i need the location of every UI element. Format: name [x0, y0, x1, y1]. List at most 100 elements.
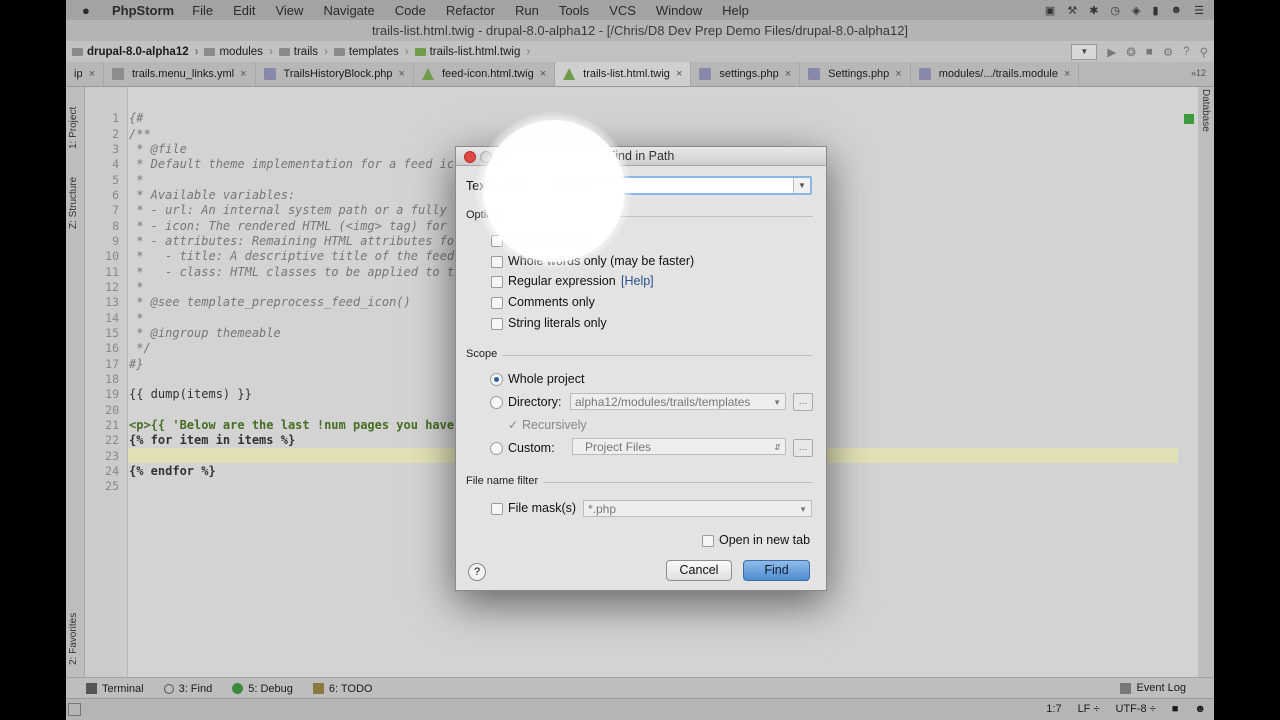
bluetooth-icon[interactable]: ✱: [1089, 4, 1098, 17]
cancel-button[interactable]: Cancel: [666, 560, 732, 581]
lock-icon[interactable]: ■: [1172, 703, 1179, 715]
zoom-window-button[interactable]: [496, 151, 508, 163]
close-icon[interactable]: ×: [240, 68, 246, 80]
database-toolwindow[interactable]: Database: [1200, 89, 1211, 132]
tab-trails-menu-links[interactable]: trails.menu_links.yml ×: [104, 62, 256, 86]
tab-settings-lower[interactable]: settings.php ×: [691, 62, 801, 86]
history-dropdown-icon[interactable]: ▼: [793, 178, 810, 193]
battery-icon[interactable]: ▮: [1152, 4, 1158, 17]
file-mask-checkbox[interactable]: [491, 503, 503, 515]
case-sensitive-checkbox[interactable]: [491, 235, 503, 247]
run-icon[interactable]: ▶: [1107, 45, 1116, 59]
project-toolwindow[interactable]: 1: Project: [68, 107, 79, 149]
debug-icon[interactable]: ❂: [1126, 45, 1136, 59]
search-icon[interactable]: ⚲: [1200, 45, 1208, 59]
close-icon[interactable]: ×: [1064, 68, 1070, 80]
recursively-check-icon[interactable]: ✓: [508, 418, 518, 432]
tab-trails-list[interactable]: trails-list.html.twig ×: [555, 62, 692, 86]
menu-help[interactable]: Help: [722, 3, 749, 18]
directory-radio[interactable]: [490, 396, 503, 409]
favorites-toolwindow[interactable]: 2: Favorites: [68, 613, 79, 665]
app-name[interactable]: PhpStorm: [112, 3, 174, 18]
custom-scope-select[interactable]: Project Files ⇵: [572, 438, 786, 455]
menu-window[interactable]: Window: [656, 3, 702, 18]
help-icon[interactable]: ?: [1183, 46, 1189, 58]
tab-feed-icon[interactable]: feed-icon.html.twig ×: [414, 62, 556, 86]
text-to-find-input[interactable]: {% for ▼: [546, 176, 812, 195]
case-sensitive-label[interactable]: Case sensitive: [508, 233, 589, 247]
whole-project-label[interactable]: Whole project: [508, 372, 584, 386]
terminal-tool[interactable]: Terminal: [86, 683, 144, 695]
menu-refactor[interactable]: Refactor: [446, 3, 495, 18]
whole-project-radio[interactable]: [490, 373, 503, 386]
open-in-new-tab-label[interactable]: Open in new tab: [719, 533, 810, 547]
menu-edit[interactable]: Edit: [233, 3, 255, 18]
regular-expression-label[interactable]: Regular expression: [508, 274, 616, 288]
breadcrumb-templates[interactable]: templates ›: [328, 46, 409, 58]
structure-toolwindow[interactable]: Z: Structure: [68, 177, 79, 229]
minimize-window-button[interactable]: [480, 151, 492, 163]
close-icon[interactable]: ×: [89, 68, 95, 80]
comments-only-label[interactable]: Comments only: [508, 295, 595, 309]
regular-expression-checkbox[interactable]: [491, 276, 503, 288]
open-in-new-tab-checkbox[interactable]: [702, 535, 714, 547]
run-config-dropdown[interactable]: ▼: [1071, 43, 1098, 60]
debug-tool[interactable]: 5: Debug: [232, 683, 293, 695]
apple-icon[interactable]: ●: [82, 3, 96, 18]
menu-navigate[interactable]: Navigate: [323, 3, 374, 18]
directory-label[interactable]: Directory:: [508, 395, 561, 409]
close-icon[interactable]: ×: [399, 68, 405, 80]
file-encoding[interactable]: UTF-8 ÷: [1116, 703, 1156, 715]
close-icon[interactable]: ×: [785, 68, 791, 80]
tab-ip[interactable]: ip ×: [66, 62, 104, 86]
breadcrumb-project[interactable]: drupal-8.0-alpha12 ›: [66, 46, 198, 58]
whole-words-checkbox[interactable]: [491, 256, 503, 268]
menu-vcs[interactable]: VCS: [609, 3, 636, 18]
tab-settings-upper[interactable]: Settings.php ×: [800, 62, 911, 86]
string-literals-checkbox[interactable]: [491, 318, 503, 330]
regex-help-link[interactable]: [Help]: [621, 274, 654, 288]
close-icon[interactable]: ×: [895, 68, 901, 80]
custom-label[interactable]: Custom:: [508, 441, 555, 455]
breadcrumb-modules[interactable]: modules ›: [198, 46, 273, 58]
close-icon[interactable]: ×: [676, 68, 682, 80]
close-icon[interactable]: ×: [540, 68, 546, 80]
help-button[interactable]: ?: [468, 563, 486, 581]
browse-directory-button[interactable]: …: [793, 393, 813, 411]
whole-words-label[interactable]: Whole words only (may be faster): [508, 254, 694, 268]
inspection-status-icon[interactable]: [1184, 114, 1194, 124]
tab-trails-module[interactable]: modules/.../trails.module ×: [911, 62, 1080, 86]
menu-code[interactable]: Code: [395, 3, 426, 18]
tab-overflow-count[interactable]: »12: [1191, 68, 1206, 78]
custom-radio[interactable]: [490, 442, 503, 455]
stop-icon[interactable]: ■: [1146, 46, 1153, 58]
camera-icon[interactable]: ▣: [1045, 4, 1055, 17]
list-icon[interactable]: ☰: [1194, 4, 1204, 17]
directory-combo[interactable]: alpha12/modules/trails/templates ▼: [570, 393, 786, 410]
tools-icon[interactable]: ⚒: [1067, 4, 1077, 17]
find-button[interactable]: Find: [743, 560, 810, 581]
comments-only-checkbox[interactable]: [491, 297, 503, 309]
menu-view[interactable]: View: [275, 3, 303, 18]
file-mask-label[interactable]: File mask(s): [508, 501, 576, 515]
breadcrumb-file[interactable]: trails-list.html.twig ›: [409, 46, 530, 58]
user-icon[interactable]: ☻: [1171, 4, 1183, 16]
caret-position[interactable]: 1:7: [1046, 703, 1061, 715]
close-window-button[interactable]: [464, 151, 476, 163]
clock-icon[interactable]: ◷: [1110, 4, 1120, 17]
menu-run[interactable]: Run: [515, 3, 539, 18]
event-log-tool[interactable]: Event Log: [1120, 682, 1186, 694]
string-literals-label[interactable]: String literals only: [508, 316, 607, 330]
todo-tool[interactable]: 6: TODO: [312, 683, 372, 695]
find-tool[interactable]: 3: Find: [163, 683, 212, 695]
menu-file[interactable]: File: [192, 3, 213, 18]
file-mask-combo[interactable]: *.php ▼: [583, 500, 812, 517]
settings-icon[interactable]: ⚙: [1163, 45, 1173, 59]
wifi-icon[interactable]: ◈: [1132, 4, 1140, 17]
menu-tools[interactable]: Tools: [559, 3, 589, 18]
line-separator[interactable]: LF ÷: [1078, 703, 1100, 715]
inspector-icon[interactable]: ☻: [1194, 703, 1206, 715]
tab-trails-history-block[interactable]: TrailsHistoryBlock.php ×: [256, 62, 414, 86]
breadcrumb-trails[interactable]: trails ›: [273, 46, 328, 58]
recursively-label[interactable]: Recursively: [522, 418, 587, 432]
